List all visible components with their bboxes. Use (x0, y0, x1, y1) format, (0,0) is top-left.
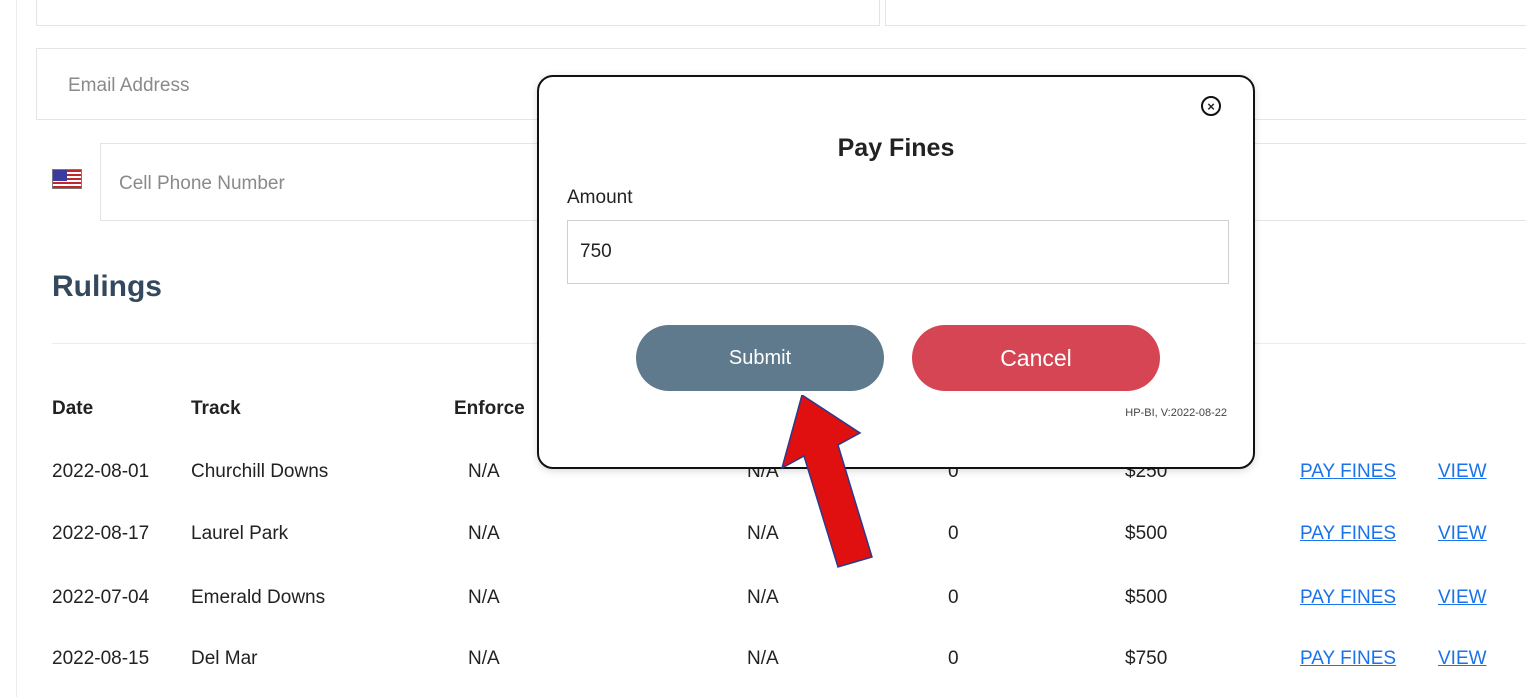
cell-date: 2022-08-15 (52, 648, 150, 669)
cancel-button[interactable]: Cancel (912, 325, 1160, 391)
modal-title: Pay Fines (837, 134, 955, 162)
cell-date: 2022-08-01 (52, 461, 150, 482)
cell-col3: N/A (468, 587, 500, 608)
cell-col3: N/A (468, 461, 500, 482)
cell-track: Emerald Downs (191, 587, 326, 608)
cell-date: 2022-08-17 (52, 523, 150, 544)
view-link[interactable]: VIEW (1438, 523, 1487, 545)
phone-placeholder: Cell Phone Number (119, 173, 285, 194)
cell-track: Del Mar (191, 648, 258, 669)
cell-col4: N/A (747, 587, 779, 608)
view-link[interactable]: VIEW (1438, 648, 1487, 670)
cell-fine: $500 (1125, 523, 1168, 544)
email-placeholder: Email Address (68, 75, 190, 96)
red-arrow-icon (780, 395, 873, 568)
cell-col3: N/A (468, 523, 500, 544)
view-link[interactable]: VIEW (1438, 461, 1487, 483)
cell-col5: 0 (948, 587, 959, 608)
column-header-enforce: Enforce (454, 398, 525, 419)
pay-fines-link[interactable]: PAY FINES (1300, 648, 1396, 670)
pay-fines-link[interactable]: PAY FINES (1300, 587, 1396, 609)
pay-fines-link[interactable]: PAY FINES (1300, 461, 1396, 483)
view-link[interactable]: VIEW (1438, 587, 1487, 609)
pay-fines-modal: × Pay Fines Amount Submit Cancel HP-BI, … (537, 75, 1255, 469)
top-left-field[interactable] (36, 0, 880, 26)
rulings-heading: Rulings (52, 270, 162, 303)
submit-button[interactable]: Submit (636, 325, 884, 391)
column-header-date: Date (52, 398, 94, 419)
cell-track: Churchill Downs (191, 461, 329, 482)
column-header-track: Track (191, 398, 241, 419)
cell-track: Laurel Park (191, 523, 289, 544)
cell-col4: N/A (747, 648, 779, 669)
cell-col5: 0 (948, 648, 959, 669)
page-left-border (16, 0, 17, 697)
version-label: HP-BI, V:2022-08-22 (1125, 407, 1227, 419)
amount-input[interactable] (567, 220, 1229, 284)
cell-fine: $750 (1125, 648, 1168, 669)
flag-canton (53, 170, 67, 181)
arrow-shape (780, 395, 873, 568)
us-flag-icon[interactable] (52, 169, 82, 189)
cell-col3: N/A (468, 648, 500, 669)
pay-fines-link[interactable]: PAY FINES (1300, 523, 1396, 545)
amount-label: Amount (567, 187, 633, 208)
cell-date: 2022-07-04 (52, 587, 150, 608)
top-right-field[interactable] (885, 0, 1526, 26)
cell-fine: $500 (1125, 587, 1168, 608)
close-icon[interactable]: × (1201, 96, 1221, 116)
cell-col5: 0 (948, 523, 959, 544)
